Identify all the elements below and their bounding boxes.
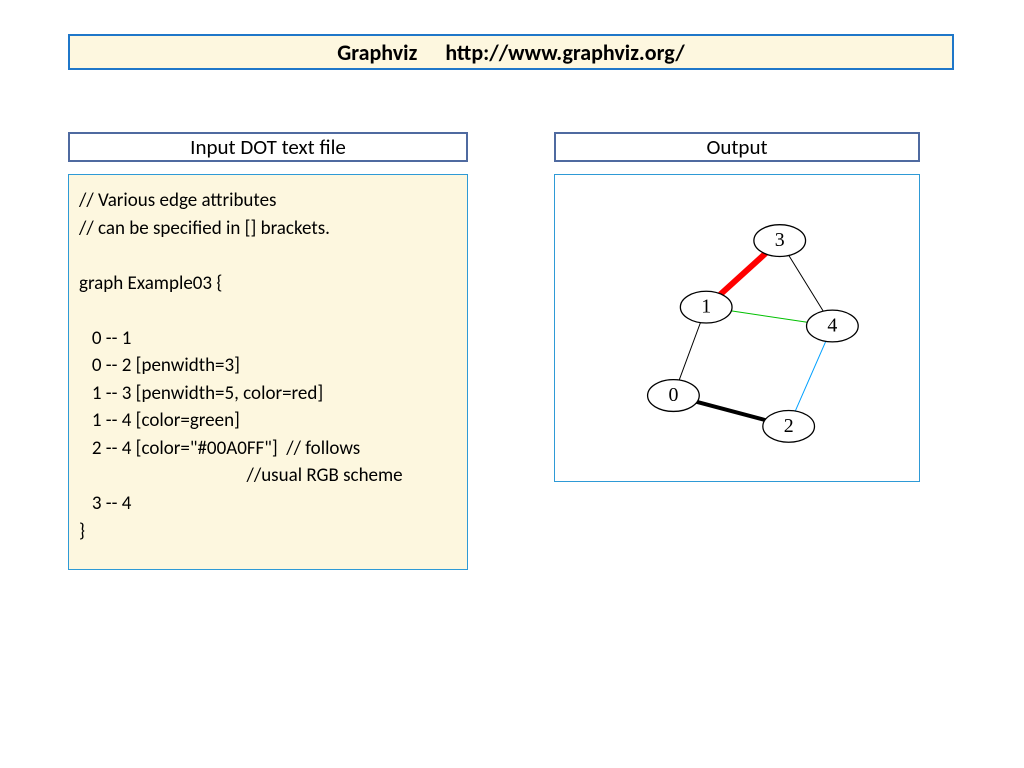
node-label-3: 3: [775, 229, 785, 251]
node-label-1: 1: [701, 296, 711, 318]
title-url: http://www.graphviz.org/: [445, 39, 684, 66]
input-panel-label: Input DOT text file: [68, 132, 468, 162]
page: Graphviz http://www.graphviz.org/ Input …: [0, 0, 1024, 768]
node-4: 4: [807, 310, 859, 342]
node-label-4: 4: [827, 315, 837, 337]
node-3: 3: [754, 225, 806, 257]
edges-layer: [679, 254, 826, 420]
dot-source-text: // Various edge attributes // can be spe…: [79, 189, 403, 543]
graph-output-box: 0 1 2 3 4: [554, 174, 920, 482]
node-label-0: 0: [668, 384, 678, 406]
edge-2-4: [795, 341, 825, 411]
node-label-2: 2: [784, 415, 794, 437]
nodes-layer: 0 1 2 3 4: [648, 225, 859, 443]
title-name: Graphviz: [337, 39, 417, 66]
edge-3-4: [789, 255, 823, 311]
node-1: 1: [680, 291, 732, 323]
input-label-text: Input DOT text file: [190, 134, 346, 160]
node-2: 2: [763, 410, 815, 442]
node-0: 0: [648, 380, 700, 412]
edge-0-1: [679, 323, 700, 380]
output-panel-label: Output: [554, 132, 920, 162]
title-bar: Graphviz http://www.graphviz.org/: [68, 34, 954, 70]
dot-source-box: // Various edge attributes // can be spe…: [68, 174, 468, 570]
output-label-text: Output: [706, 134, 767, 160]
edge-1-4: [731, 311, 807, 322]
edge-0-2: [697, 402, 765, 420]
edge-1-3: [721, 254, 766, 294]
graph-svg: 0 1 2 3 4: [555, 175, 919, 481]
